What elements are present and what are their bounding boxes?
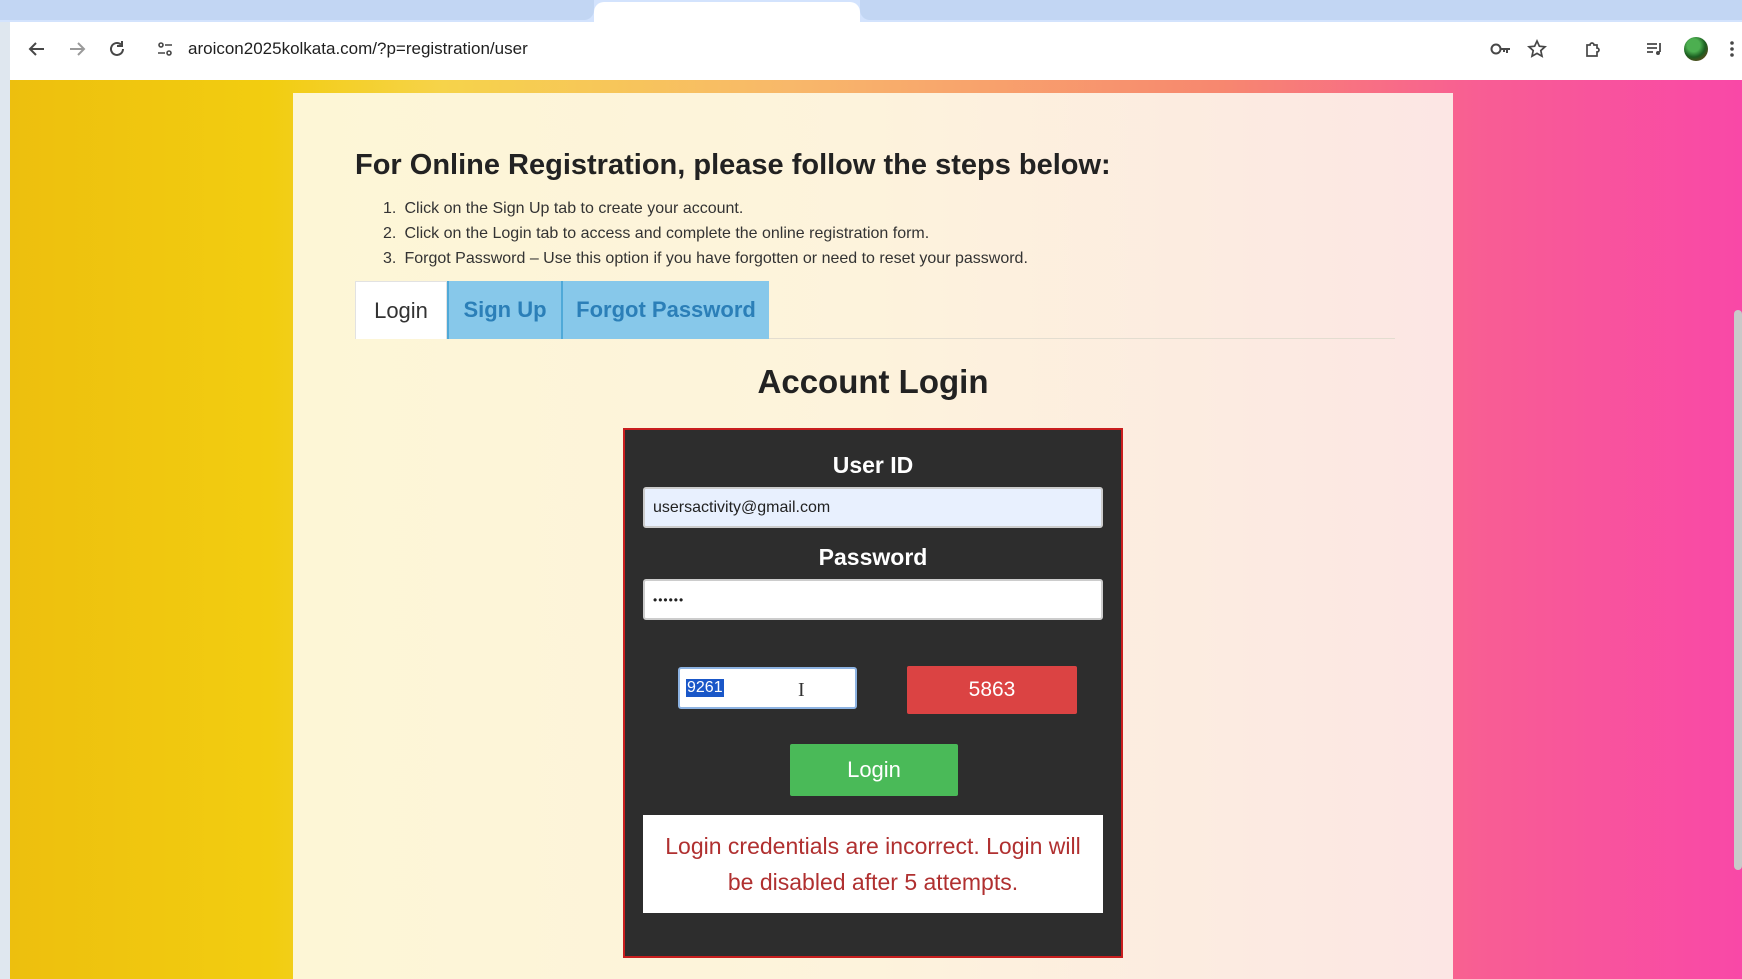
reload-icon[interactable] (102, 34, 132, 64)
registration-panel: For Online Registration, please follow t… (293, 93, 1453, 979)
browser-tabstrip (0, 0, 1742, 22)
step-item: 2. Click on the Login tab to access and … (383, 225, 930, 242)
steps-list: 1. Click on the Sign Up tab to create yo… (383, 196, 1028, 271)
tab-forgot-password[interactable]: Forgot Password (563, 281, 769, 339)
password-label: Password (818, 544, 928, 570)
step-item: 3. Forgot Password – Use this option if … (383, 250, 1028, 267)
login-form: User ID usersactivity@gmail.com Password… (623, 428, 1123, 958)
account-login-heading: Account Login (757, 363, 989, 400)
text-cursor-icon: I (798, 679, 805, 701)
tab-login[interactable]: Login (355, 281, 447, 339)
step-item: 1. Click on the Sign Up tab to create yo… (383, 200, 744, 217)
arrow-left-icon[interactable] (22, 34, 52, 64)
userid-value: usersactivity@gmail.com (653, 498, 831, 516)
star-icon[interactable] (1522, 34, 1552, 64)
userid-input[interactable]: usersactivity@gmail.com (643, 487, 1103, 528)
browser-tab-inactive[interactable] (0, 0, 594, 20)
page-scrollbar[interactable] (1734, 310, 1742, 870)
puzzle-icon[interactable] (1578, 34, 1608, 64)
password-value: •••••• (653, 592, 685, 607)
key-icon[interactable] (1486, 34, 1516, 64)
password-input[interactable]: •••••• (643, 579, 1103, 620)
tune-icon[interactable] (150, 34, 180, 64)
browser-toolbar: aroicon2025kolkata.com/?p=registration/u… (10, 22, 1742, 80)
address-bar[interactable]: aroicon2025kolkata.com/?p=registration/u… (150, 29, 1500, 69)
auth-tabs: Login Sign Up Forgot Password (355, 281, 1395, 339)
browser-tab-active[interactable] (594, 2, 860, 22)
page-viewport: For Online Registration, please follow t… (10, 80, 1742, 979)
error-message: Login credentials are incorrect. Login w… (643, 815, 1103, 913)
kebab-menu-icon[interactable] (1722, 34, 1742, 64)
arrow-right-icon[interactable] (62, 34, 92, 64)
intro-title: For Online Registration, please follow t… (355, 149, 1111, 181)
queue-music-icon[interactable] (1640, 34, 1670, 64)
userid-label: User ID (832, 452, 914, 478)
captcha-input-value: 9261 (686, 679, 724, 697)
url-text[interactable]: aroicon2025kolkata.com/?p=registration/u… (188, 39, 528, 59)
captcha-code: 5863 (907, 666, 1077, 714)
login-button[interactable]: Login (790, 744, 958, 796)
captcha-input[interactable]: 9261 I (678, 667, 857, 709)
profile-avatar[interactable] (1684, 37, 1708, 61)
browser-tab-inactive[interactable] (860, 0, 1742, 20)
tab-signup[interactable]: Sign Up (447, 281, 563, 339)
